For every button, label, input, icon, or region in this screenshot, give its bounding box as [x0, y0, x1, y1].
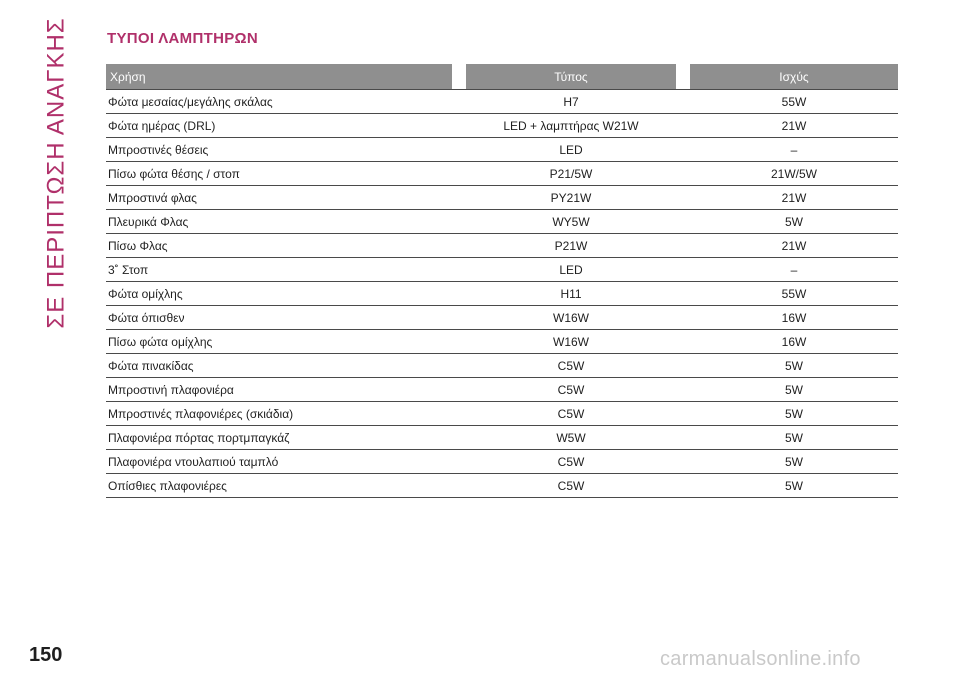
- cell-power: 5W: [690, 449, 898, 474]
- table-row: Μπροστινές θέσεις LED –: [106, 137, 898, 162]
- cell-power: –: [690, 257, 898, 282]
- table-row: 3˚ Στοπ LED –: [106, 257, 898, 282]
- table-body: Φώτα μεσαίας/μεγάλης σκάλας H7 55W Φώτα ημέ…: [106, 89, 898, 498]
- cell-use: Πλαφονιέρα ντουλαπιού ταμπλό: [106, 449, 452, 474]
- cell-power: 5W: [690, 209, 898, 234]
- cell-type: C5W: [452, 473, 690, 498]
- cell-use: Μπροστινή πλαφονιέρα: [106, 377, 452, 402]
- header-use: Χρήση: [106, 64, 452, 90]
- cell-power: 21W: [690, 233, 898, 258]
- cell-power: 21W: [690, 185, 898, 210]
- table-row: Πίσω Φλας P21W 21W: [106, 233, 898, 258]
- table-row: Μπροστινή πλαφονιέρα C5W 5W: [106, 377, 898, 402]
- table-row: Πλαφονιέρα πόρτας πορτμπαγκάζ W5W 5W: [106, 425, 898, 450]
- cell-power: 55W: [690, 281, 898, 306]
- cell-use: Φώτα μεσαίας/μεγάλης σκάλας: [106, 89, 452, 114]
- cell-power: 16W: [690, 329, 898, 354]
- table-row: Φώτα ομίχλης H11 55W: [106, 281, 898, 306]
- cell-type: PY21W: [452, 185, 690, 210]
- table-row: Φώτα ημέρας (DRL) LED + λαμπτήρας W21W 21W: [106, 113, 898, 138]
- table-row: Οπίσθιες πλαφονιέρες C5W 5W: [106, 473, 898, 498]
- table-row: Φώτα μεσαίας/μεγάλης σκάλας H7 55W: [106, 89, 898, 114]
- cell-type: C5W: [452, 353, 690, 378]
- header-gap: [676, 64, 690, 90]
- cell-type: W16W: [452, 305, 690, 330]
- cell-type: LED + λαμπτήρας W21W: [452, 113, 690, 138]
- table-row: Φώτα πινακίδας C5W 5W: [106, 353, 898, 378]
- cell-use: Φώτα πινακίδας: [106, 353, 452, 378]
- table-row: Πίσω φώτα ομίχλης W16W 16W: [106, 329, 898, 354]
- cell-type: P21W: [452, 233, 690, 258]
- cell-power: 5W: [690, 473, 898, 498]
- cell-type: W5W: [452, 425, 690, 450]
- table-row: Πλευρικά Φλας WY5W 5W: [106, 209, 898, 234]
- cell-use: Φώτα ομίχλης: [106, 281, 452, 306]
- cell-type: C5W: [452, 401, 690, 426]
- cell-type: LED: [452, 257, 690, 282]
- table-row: Πλαφονιέρα ντουλαπιού ταμπλό C5W 5W: [106, 449, 898, 474]
- cell-use: Πίσω φώτα θέσης / στοπ: [106, 161, 452, 186]
- cell-use: Μπροστινά φλας: [106, 185, 452, 210]
- chapter-side-title-text: ΣΕ ΠΕΡΙΠΤΩΣΗ ΑΝΑΓΚΗΣ: [43, 17, 70, 329]
- table-header-row: Χρήση Τύπος Ισχύς: [106, 64, 898, 90]
- cell-type: H7: [452, 89, 690, 114]
- page-number: 150: [29, 644, 63, 666]
- header-power: Ισχύς: [690, 64, 898, 90]
- cell-power: 5W: [690, 401, 898, 426]
- cell-use: Οπίσθιες πλαφονιέρες: [106, 473, 452, 498]
- cell-use: Πλευρικά Φλας: [106, 209, 452, 234]
- cell-power: 5W: [690, 353, 898, 378]
- bulb-types-table: Χρήση Τύπος Ισχύς Φώτα μεσαίας/μεγάλης σ…: [106, 64, 898, 498]
- cell-type: W16W: [452, 329, 690, 354]
- cell-use: Πίσω φώτα ομίχλης: [106, 329, 452, 354]
- cell-type: C5W: [452, 377, 690, 402]
- cell-use: Πλαφονιέρα πόρτας πορτμπαγκάζ: [106, 425, 452, 450]
- cell-power: 21W/5W: [690, 161, 898, 186]
- table-row: Μπροστινές πλαφονιέρες (σκιάδια) C5W 5W: [106, 401, 898, 426]
- cell-type: P21/5W: [452, 161, 690, 186]
- header-gap: [452, 64, 466, 90]
- cell-use: 3˚ Στοπ: [106, 257, 452, 282]
- cell-type: WY5W: [452, 209, 690, 234]
- cell-power: 16W: [690, 305, 898, 330]
- cell-power: 5W: [690, 377, 898, 402]
- table-row: Πίσω φώτα θέσης / στοπ P21/5W 21W/5W: [106, 161, 898, 186]
- cell-type: H11: [452, 281, 690, 306]
- cell-type: LED: [452, 137, 690, 162]
- table-row: Μπροστινά φλας PY21W 21W: [106, 185, 898, 210]
- cell-use: Φώτα ημέρας (DRL): [106, 113, 452, 138]
- cell-use: Μπροστινές πλαφονιέρες (σκιάδια): [106, 401, 452, 426]
- cell-use: Φώτα όπισθεν: [106, 305, 452, 330]
- cell-power: 5W: [690, 425, 898, 450]
- section-title: ΤΥΠΟΙ ΛΑΜΠΤΗΡΩΝ: [107, 30, 258, 47]
- cell-type: C5W: [452, 449, 690, 474]
- cell-use: Μπροστινές θέσεις: [106, 137, 452, 162]
- header-type: Τύπος: [466, 64, 676, 90]
- cell-use: Πίσω Φλας: [106, 233, 452, 258]
- chapter-side-title: ΣΕ ΠΕΡΙΠΤΩΣΗ ΑΝΑΓΚΗΣ: [37, 17, 77, 329]
- cell-power: 21W: [690, 113, 898, 138]
- watermark: carmanualsonline.info: [660, 648, 861, 670]
- cell-power: 55W: [690, 89, 898, 114]
- table-row: Φώτα όπισθεν W16W 16W: [106, 305, 898, 330]
- cell-power: –: [690, 137, 898, 162]
